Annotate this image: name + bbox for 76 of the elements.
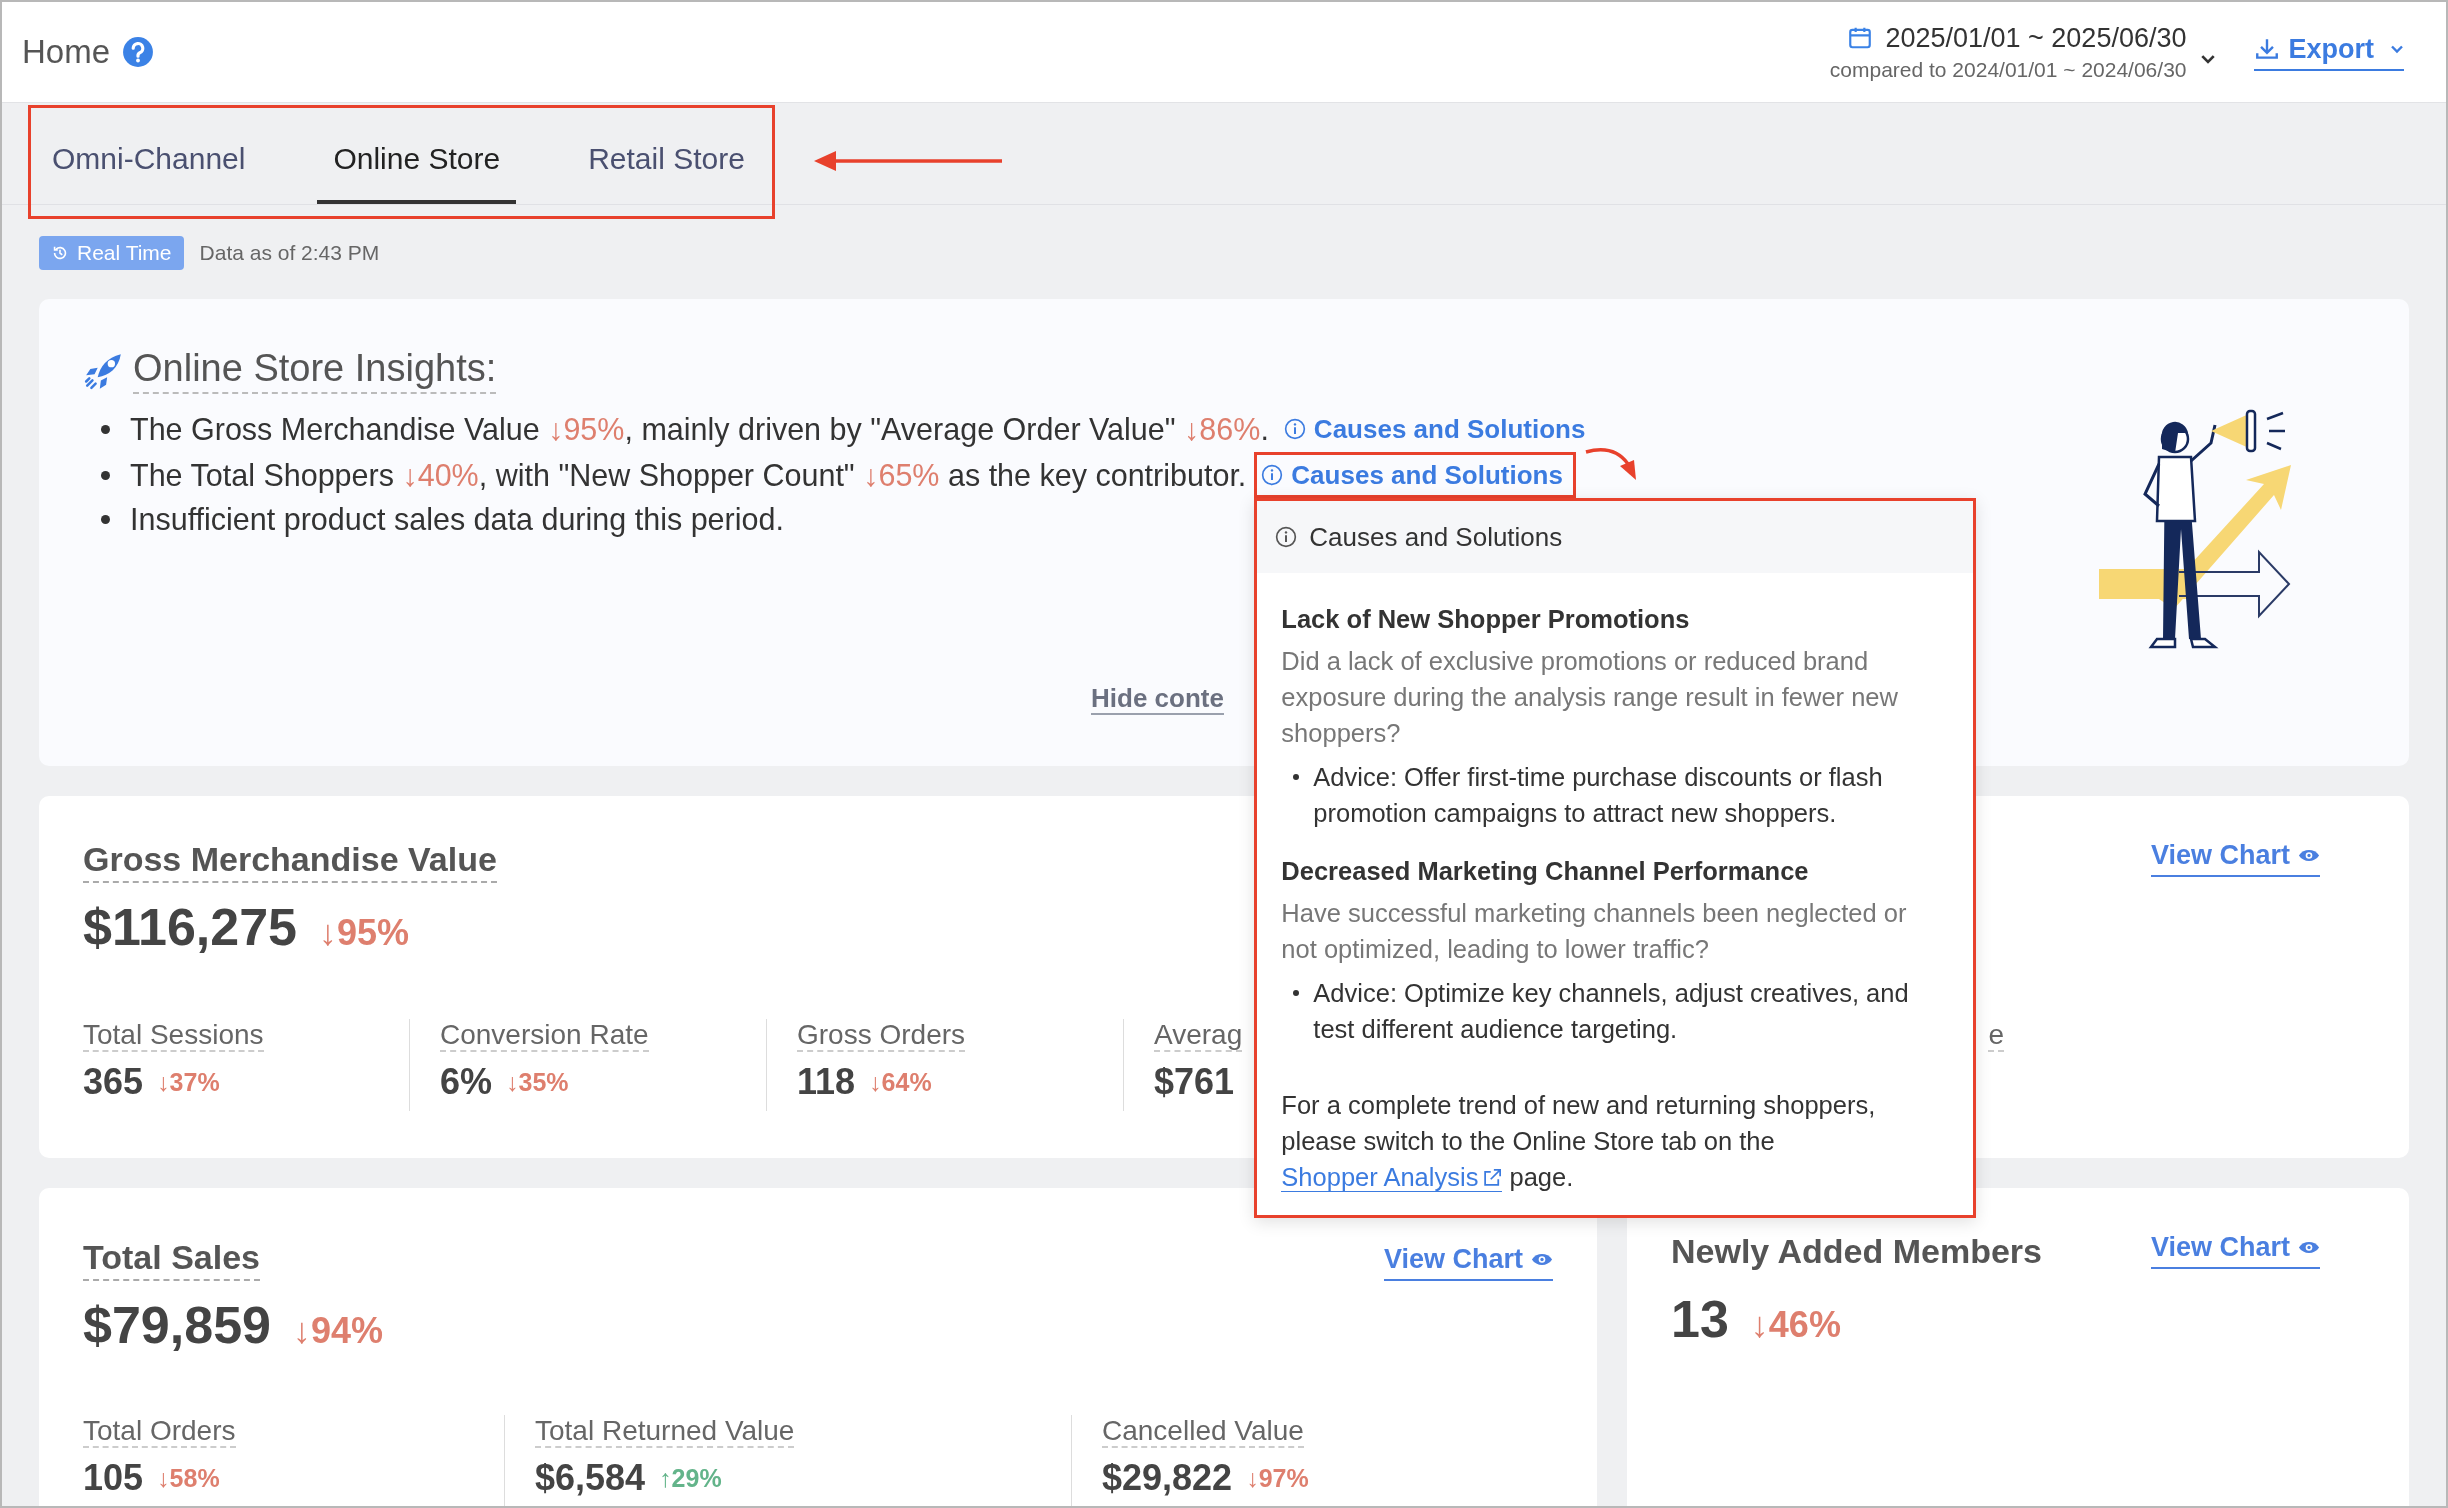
date-range[interactable]: 2025/01/01 ~ 2025/06/30 [1885, 22, 2187, 54]
bullet-dot-icon [1293, 990, 1300, 996]
insight-text: Insufficient product sales data during this period. [130, 501, 784, 539]
view-chart-link[interactable]: View Chart [2150, 1232, 2320, 1269]
bullet-dot-icon [101, 470, 110, 480]
eye-icon [2298, 1240, 2320, 1255]
popover-footer-text: For a complete trend of new and returning shoppers, please switch to the Online Store tab on the Shopper Analysis page. [1281, 1090, 1877, 1194]
eye-icon [2298, 848, 2320, 863]
view-chart-link[interactable]: View Chart [2150, 840, 2320, 877]
metric-label: Total Orders [83, 1415, 236, 1448]
metric-label: Cancelled Value [1102, 1415, 1304, 1448]
cause-question: Did a lack of exclusive promotions or reduced brand exposure during the analysis range result in fewer new shoppers? [1281, 646, 1899, 749]
tab[interactable]: Omni-Channel [36, 103, 262, 204]
external-link-icon [1482, 1168, 1503, 1188]
help-icon[interactable] [122, 36, 155, 68]
cause-heading: Decreased Marketing Channel Performance [1281, 856, 1810, 887]
advice-text: Advice: Optimize key channels, adjust creatives, and test different audience targeting. [1313, 978, 1910, 1045]
cause-heading: Lack of New Shopper Promotions [1281, 604, 1691, 635]
metric-value: $761 [1154, 1061, 1235, 1103]
metric-change: ↓97% [1246, 1463, 1309, 1493]
metric-value: 105 [83, 1457, 144, 1499]
metric-change: ↓58% [157, 1463, 220, 1493]
metric-change: ↓35% [506, 1067, 569, 1097]
causes-solutions-link[interactable]: Causes and Solutions [1276, 406, 1599, 452]
eye-icon [1531, 1252, 1553, 1267]
bullet-dot-icon [101, 424, 110, 434]
view-chart-link[interactable]: View Chart [1383, 1244, 1553, 1281]
insight-text: The Total Shoppers ↓40%, with "New Shopper Count" ↓65% as the key contributor. [130, 456, 1247, 495]
metric-label: Total Sessions [83, 1019, 264, 1052]
metric-value: 118 [797, 1061, 856, 1103]
tab[interactable]: Retail Store [572, 103, 761, 204]
page-title: Home [22, 33, 111, 71]
metric-label: Gross Orders [797, 1019, 966, 1052]
caret-icon [2390, 44, 2404, 54]
comparison-range: compared to 2024/01/01 ~ 2024/06/30 [1829, 57, 2187, 82]
tab[interactable]: Online Store [317, 103, 517, 204]
popover-title: Causes and Solutions [1309, 521, 1563, 554]
metric-value: 6% [440, 1061, 493, 1103]
cause-question: Have successful marketing channels been neglected or not optimized, leading to lower traffic? [1281, 898, 1908, 965]
export-button[interactable]: Export [2254, 33, 2404, 71]
kpi-change: ↓95% [319, 912, 410, 954]
metric-change: ↓64% [869, 1067, 932, 1097]
shopper-analysis-link[interactable]: Shopper Analysis [1281, 1163, 1503, 1192]
card-title: Newly Added Members [1671, 1232, 2042, 1272]
kpi-change: ↓94% [292, 1310, 384, 1352]
hide-content-toggle[interactable]: Hide conte [1091, 683, 1224, 715]
advice-text: Advice: Offer first-time purchase discounts or flash promotion campaigns to attract new shoppers. [1313, 762, 1884, 829]
insights-title: Online Store Insights: [133, 347, 497, 394]
kpi-value: $79,859 [83, 1295, 271, 1355]
kpi-value: 13 [1671, 1289, 1729, 1349]
caret-icon[interactable] [2200, 53, 2217, 65]
bullet-dot-icon [101, 515, 110, 524]
metric-label: Averag [1154, 1019, 1243, 1052]
metric-change: ↑29% [659, 1463, 722, 1493]
metric-value: $29,822 [1102, 1457, 1233, 1499]
insight-text: The Gross Merchandise Value ↓95%, mainly driven by "Average Order Value" ↓86%. [130, 410, 1269, 449]
history-icon [51, 244, 69, 262]
kpi-change: ↓46% [1750, 1304, 1841, 1346]
causes-solutions-link[interactable]: Causes and Solutions [1254, 452, 1576, 498]
info-icon [1261, 464, 1284, 486]
data-timestamp: Data as of 2:43 PM [199, 241, 380, 265]
calendar-icon [1847, 25, 1874, 51]
metric-change: ↓37% [157, 1067, 220, 1097]
info-icon [1275, 526, 1298, 548]
metric-value: $6,584 [535, 1457, 646, 1499]
bullet-dot-icon [1293, 774, 1300, 780]
real-time-badge: Real Time [39, 236, 184, 270]
card-title: Gross Merchandise Value [83, 840, 497, 883]
metric-value: 365 [83, 1061, 144, 1103]
download-icon [2254, 36, 2281, 62]
metric-label: Total Returned Value [535, 1415, 795, 1448]
metric-label: Conversion Rate [440, 1019, 649, 1052]
metric-label: e [1988, 1019, 2004, 1052]
info-icon [1283, 418, 1306, 440]
card-title: Total Sales [83, 1238, 260, 1281]
kpi-value: $116,275 [83, 897, 298, 957]
